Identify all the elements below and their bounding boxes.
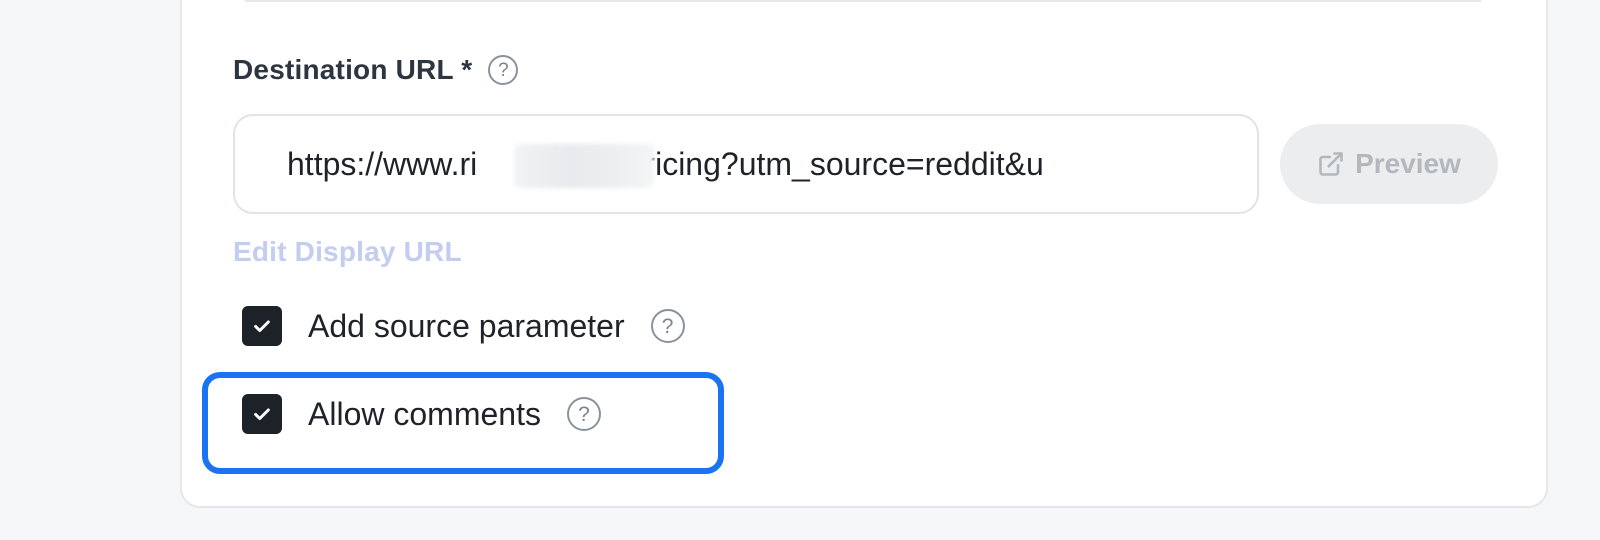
allow-comments-label[interactable]: Allow comments (308, 396, 541, 433)
checkmark-icon (254, 408, 270, 421)
add-source-parameter-checkbox[interactable] (242, 306, 282, 346)
destination-url-label: Destination URL * (233, 54, 473, 85)
edit-display-url-link[interactable]: Edit Display URL (233, 236, 462, 268)
preview-button-label: Preview (1355, 148, 1461, 179)
destination-url-label-row: Destination URL * ? (233, 54, 519, 86)
question-circle-icon[interactable]: ? (488, 55, 519, 85)
checkmark-icon (254, 320, 270, 333)
option-allow-comments: Allow comments ? (242, 394, 601, 434)
external-link-icon (1317, 150, 1345, 178)
destination-url-field[interactable] (233, 114, 1259, 214)
option-add-source-parameter: Add source parameter ? (242, 306, 685, 346)
destination-url-input[interactable] (287, 116, 1217, 212)
question-circle-icon[interactable]: ? (650, 309, 685, 343)
add-source-parameter-label[interactable]: Add source parameter (308, 308, 625, 345)
preview-button[interactable]: Preview (1280, 124, 1498, 204)
allow-comments-checkbox[interactable] (242, 394, 282, 434)
section-divider (245, 0, 1481, 2)
redacted-blur (514, 144, 654, 188)
question-circle-icon[interactable]: ? (566, 397, 601, 431)
